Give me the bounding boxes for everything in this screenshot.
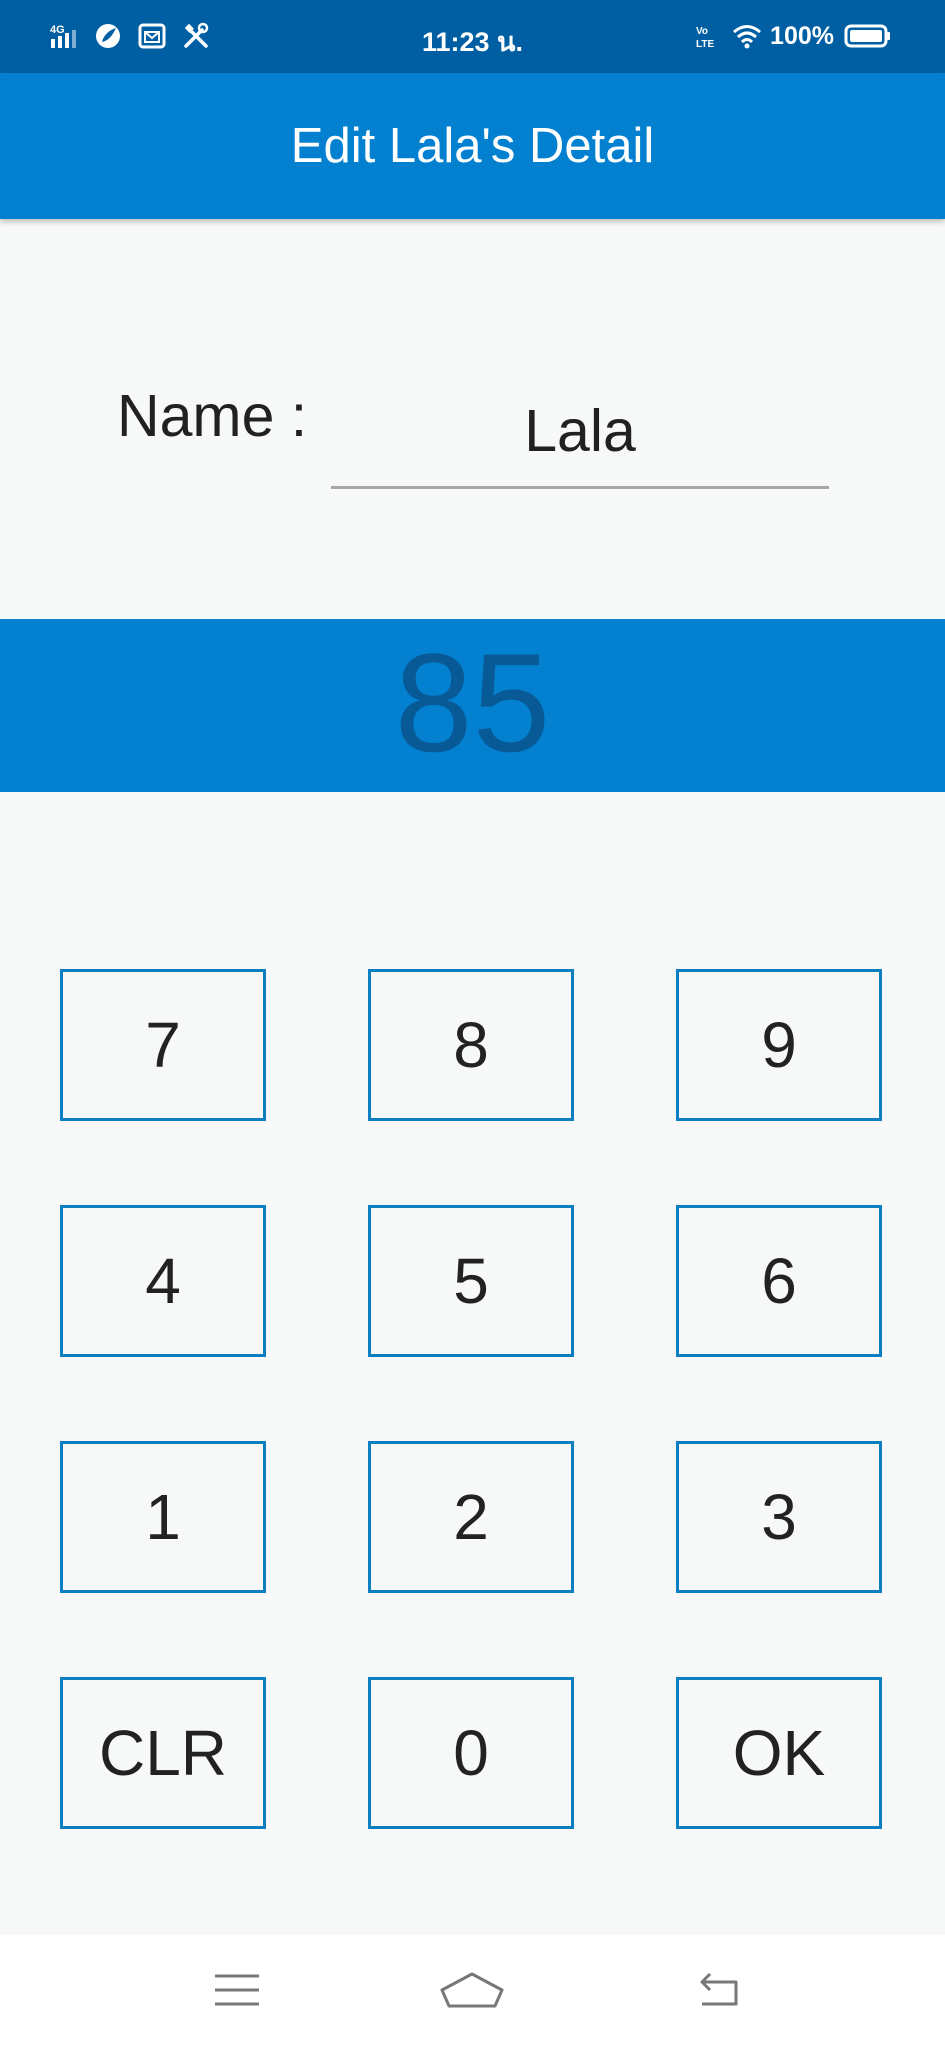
home-button[interactable]	[412, 1935, 532, 2048]
page-title: Edit Lala's Detail	[290, 119, 655, 173]
display-value: 85	[394, 624, 551, 781]
back-button[interactable]	[660, 1935, 780, 2048]
name-label: Name :	[117, 383, 308, 449]
svg-text:Vo: Vo	[696, 26, 708, 37]
back-icon	[694, 1968, 746, 2015]
key-3[interactable]: 3	[676, 1441, 882, 1593]
battery-icon	[844, 22, 892, 50]
key-0[interactable]: 0	[368, 1677, 574, 1829]
name-input[interactable]	[331, 376, 829, 489]
ok-button[interactable]: OK	[676, 1677, 882, 1829]
key-4[interactable]: 4	[60, 1205, 266, 1357]
key-2[interactable]: 2	[368, 1441, 574, 1593]
wifi-icon	[732, 22, 762, 50]
svg-text:LTE: LTE	[696, 39, 714, 50]
key-7[interactable]: 7	[60, 969, 266, 1121]
battery-level: 100%	[770, 21, 834, 50]
app-bar: Edit Lala's Detail	[0, 73, 945, 219]
menu-icon	[213, 1970, 261, 2013]
volte-icon: Vo LTE	[694, 22, 722, 50]
home-icon	[440, 1968, 504, 2015]
status-right-icons: Vo LTE 100%	[694, 20, 892, 52]
key-5[interactable]: 5	[368, 1205, 574, 1357]
system-nav-bar	[0, 1935, 945, 2048]
key-8[interactable]: 8	[368, 969, 574, 1121]
key-6[interactable]: 6	[676, 1205, 882, 1357]
status-bar: 4G 11:23 น. Vo LTE 100%	[0, 0, 945, 73]
key-1[interactable]: 1	[60, 1441, 266, 1593]
key-9[interactable]: 9	[676, 969, 882, 1121]
clear-button[interactable]: CLR	[60, 1677, 266, 1829]
menu-button[interactable]	[177, 1935, 297, 2048]
